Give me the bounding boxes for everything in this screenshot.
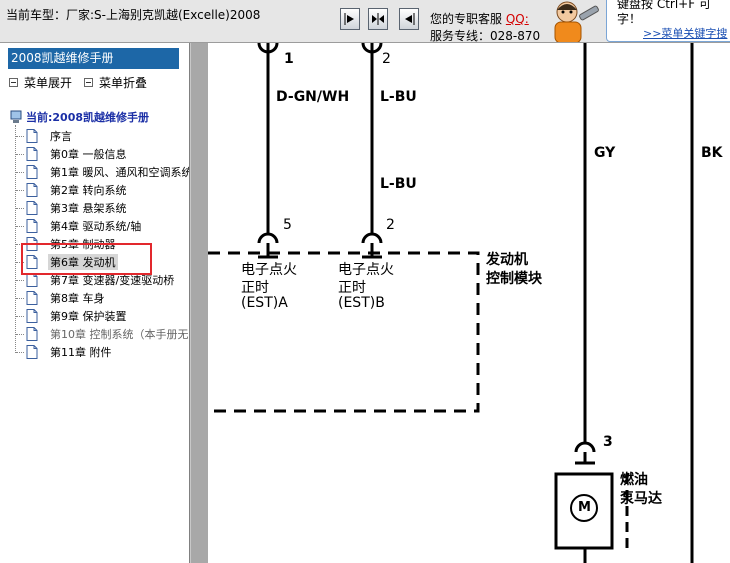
pin3-label: 3 bbox=[603, 434, 613, 450]
sidebar-item-chapter[interactable]: 序言 bbox=[16, 127, 74, 145]
qq-link[interactable]: QQ: bbox=[506, 12, 529, 26]
pin5-label: 5 bbox=[283, 217, 292, 233]
document-icon bbox=[26, 345, 38, 359]
document-icon bbox=[26, 327, 38, 341]
est-b-line3: (EST)B bbox=[338, 295, 385, 311]
document-icon bbox=[26, 219, 38, 233]
tree-root-label: 当前:2008凯越维修手册 bbox=[26, 111, 150, 124]
next-page-icon bbox=[405, 13, 415, 25]
document-icon bbox=[26, 165, 38, 179]
connector-pin2-bottom bbox=[361, 232, 383, 244]
sidebar-item-chapter[interactable]: 第3章 悬架系统 bbox=[16, 199, 129, 217]
pin1-top-label: 1 bbox=[284, 51, 294, 67]
highlight-annotation bbox=[21, 243, 152, 275]
fit-page-button[interactable] bbox=[368, 8, 388, 30]
wire1-color-label: D-GN/WH bbox=[276, 89, 350, 105]
fit-icon bbox=[372, 13, 384, 25]
est-b-line1: 电子点火 bbox=[338, 262, 394, 278]
top-toolbar: 当前车型：厂家:S-上海别克凯越(Excelle)2008 您的专职客服 QQ:… bbox=[0, 0, 730, 43]
menu-keyword-search-link[interactable]: >>菜单关键字搜 bbox=[643, 25, 727, 41]
sidebar-item-label: 第1章 暖风、通风和空调系统 bbox=[50, 166, 190, 179]
current-car-model: 当前车型：厂家:S-上海别克凯越(Excelle)2008 bbox=[6, 8, 261, 22]
pin2-top-label: 2 bbox=[382, 51, 391, 67]
motor-symbol-label: M bbox=[578, 500, 591, 515]
sidebar-item-chapter[interactable]: 第11章 附件 bbox=[16, 343, 114, 361]
sidebar-item-chapter[interactable]: 第8章 车身 bbox=[16, 289, 107, 307]
est-b-line2: 正时 bbox=[338, 280, 366, 296]
tree-root[interactable]: 当前:2008凯越维修手册 bbox=[10, 109, 149, 125]
collapse-label: 菜单折叠 bbox=[99, 76, 148, 90]
computer-icon bbox=[10, 110, 22, 123]
document-icon bbox=[26, 147, 38, 161]
document-icon bbox=[26, 309, 38, 323]
sidebar-item-label: 第0章 一般信息 bbox=[50, 148, 127, 161]
sidebar-item-chapter[interactable]: 第2章 转向系统 bbox=[16, 181, 129, 199]
sidebar-item-label: 第3章 悬架系统 bbox=[50, 202, 127, 215]
fuel-pump-label-line1: 燃油 bbox=[620, 472, 648, 488]
document-icon bbox=[26, 273, 38, 287]
sidebar-item-chapter[interactable]: 第1章 暖风、通风和空调系统 bbox=[16, 163, 190, 181]
panel-splitter[interactable] bbox=[190, 43, 208, 563]
sidebar-item-label: 第8章 车身 bbox=[50, 292, 105, 305]
service-phone: 服务专线：028-870 bbox=[430, 29, 541, 43]
document-icon bbox=[26, 201, 38, 215]
pin2-bottom-label: 2 bbox=[386, 217, 395, 233]
service-line1: 您的专职客服 bbox=[430, 12, 503, 26]
sidebar-item-chapter[interactable]: 第0章 一般信息 bbox=[16, 145, 129, 163]
next-page-button[interactable] bbox=[399, 8, 419, 30]
wire-gy-label: GY bbox=[594, 145, 616, 161]
document-icon bbox=[26, 183, 38, 197]
connector-pin5 bbox=[257, 232, 279, 244]
sidebar-item-label: 第10章 控制系统（本手册无 bbox=[50, 328, 189, 341]
sidebar-item-label: 第11章 附件 bbox=[50, 346, 112, 359]
sidebar-item-label: 第9章 保护装置 bbox=[50, 310, 127, 323]
manual-header: 2008凯越维修手册 bbox=[8, 48, 179, 69]
ecm-label-line2: 控制模块 bbox=[486, 271, 542, 287]
ecm-label-line1: 发动机 bbox=[486, 252, 528, 268]
sidebar-item-chapter[interactable]: 第9章 保护装置 bbox=[16, 307, 129, 325]
document-icon bbox=[26, 129, 38, 143]
prev-page-icon bbox=[344, 13, 354, 25]
sidebar-item-chapter[interactable]: 第4章 驱动系统/轴 bbox=[16, 217, 143, 235]
expand-label: 菜单展开 bbox=[24, 76, 73, 90]
wire-bk-label: BK bbox=[701, 145, 723, 161]
connector-pin3 bbox=[574, 441, 596, 453]
tip-line2: 字！ bbox=[617, 12, 642, 26]
est-a-line3: (EST)A bbox=[241, 295, 288, 311]
expand-icon bbox=[9, 78, 18, 87]
sidebar-item-label: 序言 bbox=[50, 130, 72, 143]
est-a-line2: 正时 bbox=[241, 280, 269, 296]
est-a-line1: 电子点火 bbox=[241, 262, 297, 278]
sidebar-item-label: 第2章 转向系统 bbox=[50, 184, 127, 197]
mascot-icon bbox=[554, 1, 599, 42]
collapse-icon bbox=[84, 78, 93, 87]
expand-menu-button[interactable]: 菜单展开 bbox=[9, 74, 72, 91]
search-tip-box: 键盘按 Ctrl+F 可 字！ >>菜单关键字搜 bbox=[606, 0, 730, 42]
service-info: 您的专职客服 QQ: 服务专线：028-870 bbox=[430, 11, 541, 43]
prev-page-button[interactable] bbox=[340, 8, 360, 30]
sidebar-item-chapter[interactable]: 第10章 控制系统（本手册无 bbox=[16, 325, 189, 343]
collapse-menu-button[interactable]: 菜单折叠 bbox=[84, 74, 147, 91]
document-icon bbox=[26, 291, 38, 305]
sidebar-item-label: 第4章 驱动系统/轴 bbox=[50, 220, 142, 233]
wire2-color-label: L-BU bbox=[380, 89, 417, 105]
fuel-pump-label-line2: 泵马达 bbox=[620, 491, 662, 507]
sidebar: 2008凯越维修手册 菜单展开 菜单折叠 当前:2008凯越维修手册 序言第0章… bbox=[0, 43, 190, 563]
wire2-color-label-b: L-BU bbox=[380, 176, 417, 192]
wiring-diagram: 1 2 D-GN/WH L-BU L-BU GY BK 5 2 发动机 控制模块… bbox=[208, 43, 730, 563]
